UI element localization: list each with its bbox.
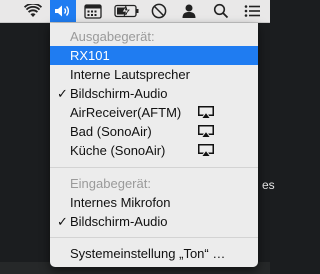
- airplay-icon: [198, 144, 214, 157]
- menu-separator: [50, 167, 258, 168]
- input-device-internal-mic[interactable]: Internes Mikrofon: [50, 193, 258, 212]
- do-not-disturb-icon[interactable]: [148, 0, 170, 22]
- sound-settings-menu-item[interactable]: Systemeinstellung „Ton“ …: [50, 244, 258, 263]
- output-device-screen-audio[interactable]: ✓ Bildschirm-Audio: [50, 84, 258, 103]
- volume-menu: Ausgabegerät: RX101 Interne Lautsprecher…: [50, 23, 258, 267]
- checkmark-icon: ✓: [57, 86, 68, 101]
- calendar-icon[interactable]: [82, 0, 104, 22]
- input-header: Eingabegerät:: [70, 176, 151, 191]
- output-device-kueche-sonoair[interactable]: Küche (SonoAir): [50, 141, 258, 160]
- list-icon[interactable]: [240, 0, 264, 22]
- search-icon[interactable]: [210, 0, 232, 22]
- input-device-screen-audio[interactable]: ✓ Bildschirm-Audio: [50, 212, 258, 231]
- output-device-bad-sonoair[interactable]: Bad (SonoAir): [50, 122, 258, 141]
- wifi-icon[interactable]: [22, 0, 44, 22]
- user-icon[interactable]: [178, 0, 200, 22]
- output-device-internal-speakers[interactable]: Interne Lautsprecher: [50, 65, 258, 84]
- checkmark-icon: ✓: [57, 214, 68, 229]
- airplay-icon: [198, 125, 214, 138]
- battery-charging-icon[interactable]: [113, 0, 141, 22]
- output-device-rx101[interactable]: RX101: [50, 46, 258, 65]
- menu-separator: [50, 237, 258, 238]
- output-device-airreceiver[interactable]: AirReceiver(AFTM): [50, 103, 258, 122]
- volume-icon[interactable]: [50, 0, 76, 22]
- menu-bar: [0, 0, 270, 23]
- airplay-icon: [198, 106, 214, 119]
- background-window-fragment: es: [262, 178, 275, 192]
- output-header: Ausgabegerät:: [70, 29, 155, 44]
